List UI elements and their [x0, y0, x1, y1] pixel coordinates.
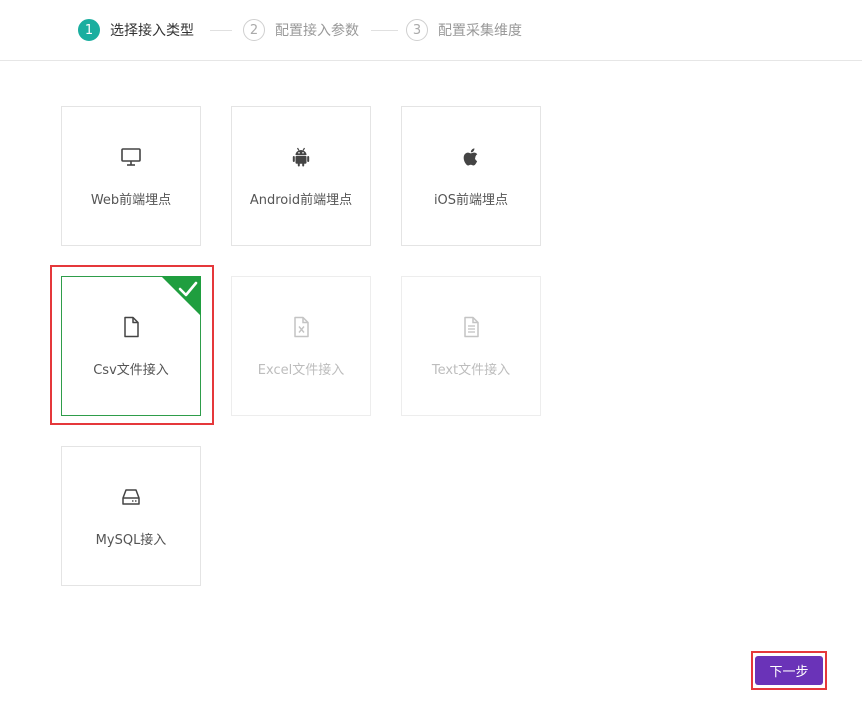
step-connector [210, 30, 232, 31]
card-label: Web前端埋点 [90, 193, 172, 208]
steps-header: 1 选择接入类型 2 配置接入参数 3 配置采集维度 [0, 0, 862, 61]
card-label: Android前端埋点 [249, 193, 353, 208]
step-1: 1 选择接入类型 [78, 18, 194, 42]
android-icon [232, 145, 370, 169]
step-2: 2 配置接入参数 [243, 18, 359, 42]
card-ios-tracking[interactable]: iOS前端埋点 [401, 106, 541, 246]
card-mysql-import[interactable]: MySQL接入 [61, 446, 201, 586]
step-3-label: 配置采集维度 [438, 23, 522, 39]
card-web-tracking[interactable]: Web前端埋点 [61, 106, 201, 246]
card-label: Text文件接入 [431, 363, 511, 378]
step-3: 3 配置采集维度 [406, 18, 522, 42]
step-1-number: 1 [78, 19, 100, 41]
card-label: MySQL接入 [95, 533, 167, 548]
step-1-label: 选择接入类型 [110, 23, 194, 39]
database-drive-icon [62, 485, 200, 509]
excel-file-icon [232, 315, 370, 339]
file-icon [62, 315, 200, 339]
step-2-number: 2 [243, 19, 265, 41]
step-3-number: 3 [406, 19, 428, 41]
step-connector [371, 30, 398, 31]
card-text-import: Text文件接入 [401, 276, 541, 416]
selected-check-badge [161, 276, 201, 316]
next-step-button[interactable]: 下一步 [755, 656, 823, 685]
card-label: iOS前端埋点 [433, 193, 509, 208]
card-label: Csv文件接入 [93, 363, 169, 378]
card-label: Excel文件接入 [257, 363, 345, 378]
text-file-icon [402, 315, 540, 339]
card-csv-import[interactable]: Csv文件接入 [61, 276, 201, 416]
card-android-tracking[interactable]: Android前端埋点 [231, 106, 371, 246]
card-excel-import: Excel文件接入 [231, 276, 371, 416]
step-2-label: 配置接入参数 [275, 23, 359, 39]
apple-icon [402, 145, 540, 169]
monitor-icon [62, 145, 200, 169]
